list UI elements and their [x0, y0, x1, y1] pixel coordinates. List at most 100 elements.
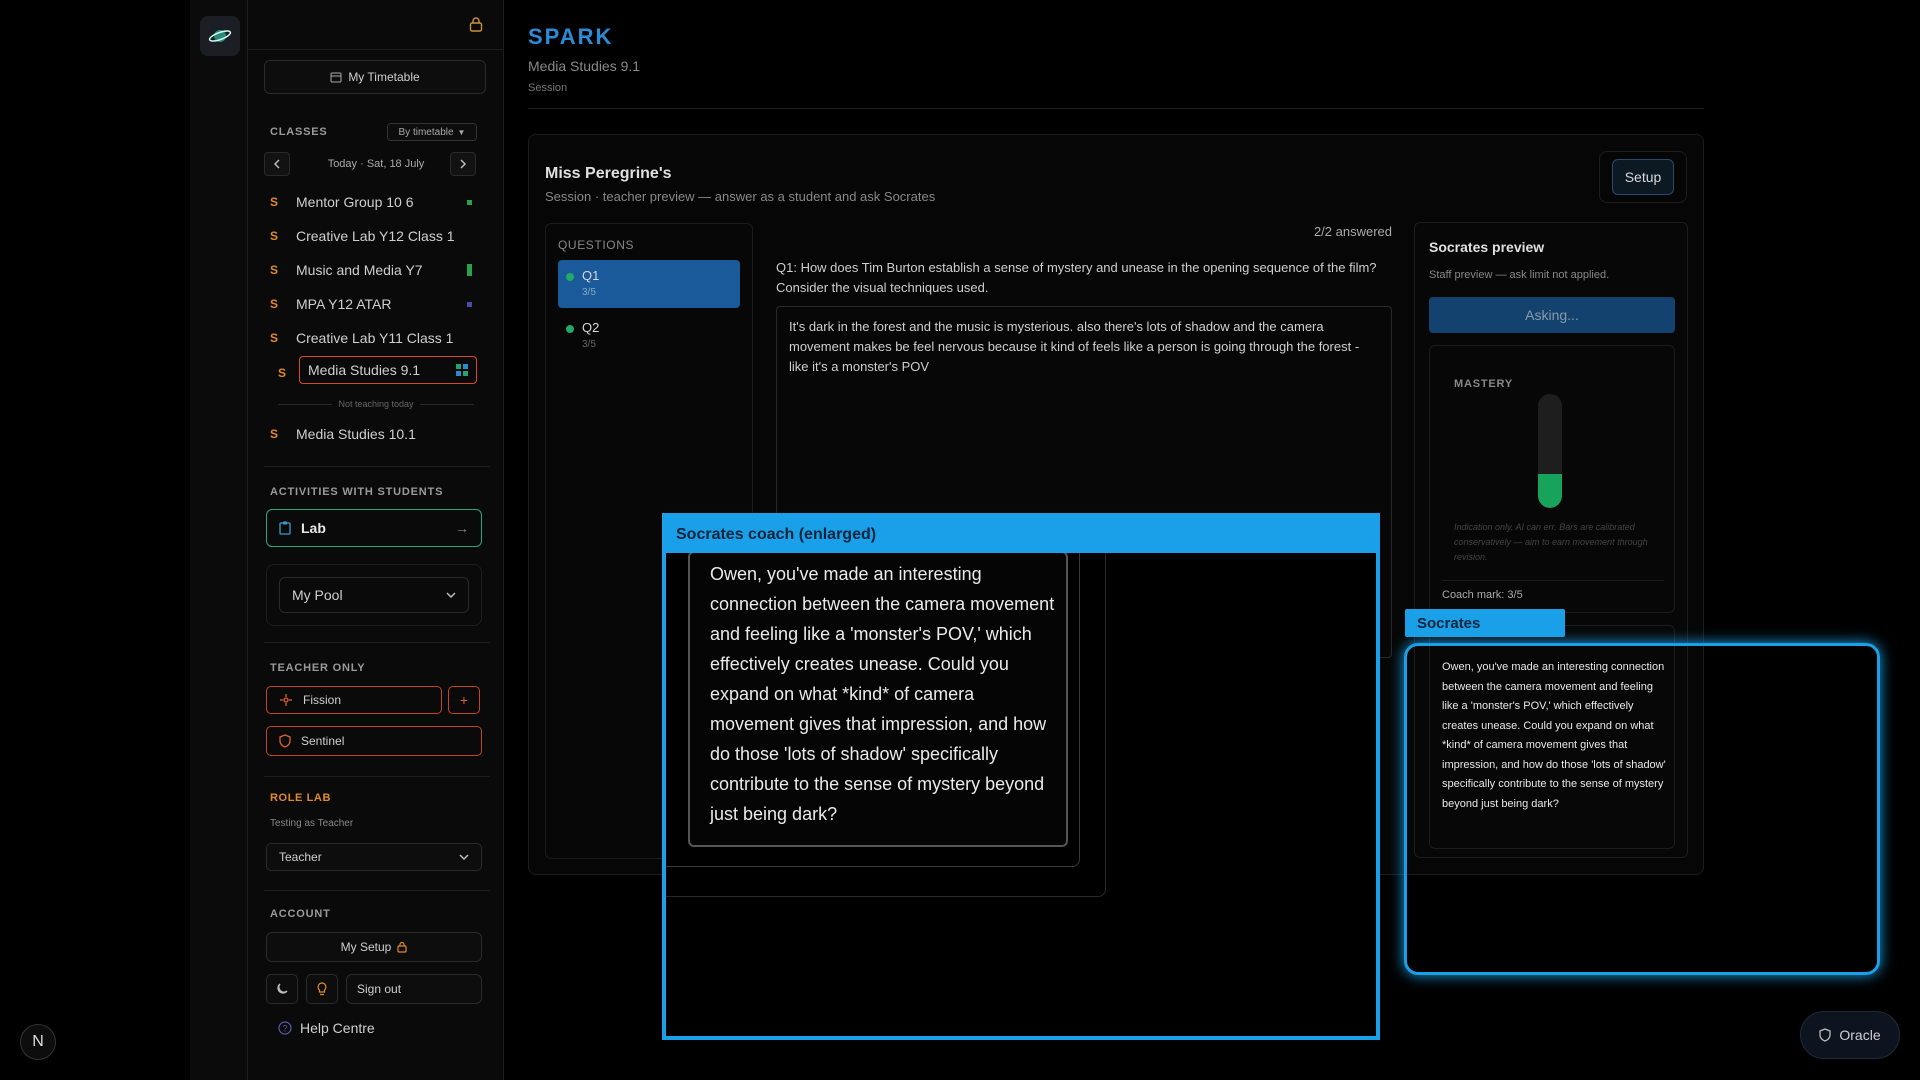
status-dot — [566, 273, 574, 281]
class-prefix: S — [270, 195, 279, 209]
chevron-right-icon — [460, 159, 467, 169]
ask-socrates-button[interactable]: Asking... — [1429, 297, 1675, 333]
help-icon: ? — [278, 1021, 292, 1035]
teacher-only-heading: TEACHER ONLY — [270, 662, 366, 674]
divider — [264, 890, 490, 891]
question-item-q2[interactable]: Q2 3/5 — [558, 312, 740, 360]
class-prefix: S — [270, 427, 279, 441]
my-setup-button[interactable]: My Setup — [266, 932, 482, 962]
app-title: SPARK — [528, 24, 614, 49]
class-item-active[interactable]: Media Studies 9.1 — [299, 356, 477, 384]
sidebar: My Timetable CLASSES By timetable ▼ Toda… — [248, 0, 504, 1080]
n-badge-label: N — [32, 1033, 44, 1050]
class-item[interactable]: S Creative Lab Y12 Class 1 — [270, 222, 484, 250]
plus-icon: + — [459, 692, 469, 708]
divider — [264, 776, 490, 777]
class-item[interactable]: S Media Studies 10.1 — [270, 420, 484, 448]
class-name: MPA Y12 ATAR — [296, 296, 392, 312]
class-item[interactable]: S Music and Media Y7 — [270, 256, 484, 284]
calendar-icon — [330, 72, 342, 83]
classes-sort-select[interactable]: By timetable ▼ — [387, 123, 477, 141]
socrates-tag: Socrates — [1405, 609, 1565, 637]
socrates-coach-enlarged: Owen, you've made an interesting connect… — [662, 513, 1380, 1040]
corner-n-button[interactable]: N — [20, 1024, 56, 1060]
moon-icon — [277, 983, 288, 994]
fission-button[interactable]: Fission — [266, 686, 442, 714]
setup-button[interactable]: Setup — [1612, 159, 1674, 195]
dark-mode-toggle[interactable] — [266, 974, 298, 1004]
classes-sort-value: By timetable — [398, 126, 454, 138]
lock-icon[interactable] — [469, 16, 483, 32]
grid-icon — [456, 364, 468, 376]
class-title: Media Studies 9.1 — [528, 58, 641, 74]
class-name: Music and Media Y7 — [296, 262, 423, 278]
tips-toggle[interactable] — [306, 974, 338, 1004]
lock-icon — [397, 941, 407, 953]
fission-label: Fission — [303, 693, 342, 707]
session-title: Miss Peregrine's — [545, 165, 672, 182]
status-dot — [566, 325, 574, 333]
class-item[interactable]: S MPA Y12 ATAR — [270, 290, 484, 318]
socrates-highlight-frame — [1404, 643, 1880, 975]
oracle-button[interactable]: Oracle — [1800, 1011, 1900, 1059]
sign-out-label: Sign out — [357, 982, 402, 996]
mastery-bar-fill — [1538, 473, 1562, 508]
chevron-down-icon — [446, 592, 456, 598]
mastery-disclaimer: Indication only. AI can err. Bars are ca… — [1454, 522, 1648, 562]
app-logo[interactable] — [200, 16, 240, 56]
not-teaching-divider: Not teaching today — [278, 398, 474, 410]
planet-icon — [208, 30, 232, 42]
app-rail — [190, 0, 248, 1080]
oracle-label: Oracle — [1839, 1027, 1881, 1043]
class-prefix: S — [270, 263, 279, 277]
next-day-button[interactable] — [450, 152, 476, 176]
mastery-bar — [1538, 394, 1562, 508]
role-lab-subtitle: Testing as Teacher — [270, 818, 354, 829]
clipboard-icon — [279, 521, 291, 535]
class-item[interactable]: S Mentor Group 10 6 — [270, 188, 484, 216]
sidebar-header — [248, 0, 503, 50]
my-pool-select[interactable]: My Pool — [279, 577, 469, 613]
sentinel-label: Sentinel — [301, 734, 345, 748]
class-prefix: S — [270, 297, 279, 311]
arrow-right-icon: → — [455, 520, 469, 536]
session-subtitle: Session · teacher preview — answer as a … — [545, 189, 936, 204]
shield-icon — [279, 734, 291, 748]
my-setup-label: My Setup — [340, 940, 392, 954]
question-item-q1[interactable]: Q1 3/5 — [558, 260, 740, 308]
add-fission-button[interactable]: + — [448, 686, 480, 714]
divider — [264, 466, 490, 467]
socrates-preview-note: Staff preview — ask limit not applied. — [1429, 269, 1610, 281]
lightbulb-icon — [317, 982, 327, 996]
page-label: Session — [528, 82, 568, 94]
my-timetable-button[interactable]: My Timetable — [264, 60, 486, 94]
question-name: Q2 — [582, 320, 600, 335]
question-name: Q1 — [582, 268, 600, 283]
setup-button-wrap: Setup — [1599, 151, 1687, 203]
sign-out-button[interactable]: Sign out — [346, 974, 482, 1004]
class-item[interactable]: S Creative Lab Y11 Class 1 — [270, 324, 484, 352]
class-name: Media Studies 9.1 — [308, 362, 421, 378]
socrates-preview-title: Socrates preview — [1429, 239, 1545, 255]
shield-icon — [1819, 1028, 1832, 1042]
class-name: Creative Lab Y12 Class 1 — [296, 228, 455, 244]
prev-day-button[interactable] — [264, 152, 290, 176]
my-timetable-label: My Timetable — [348, 70, 420, 84]
pool-container: My Pool — [266, 564, 482, 626]
class-name: Creative Lab Y11 Class 1 — [296, 330, 454, 346]
mastery-heading: MASTERY — [1454, 378, 1513, 390]
account-heading: ACCOUNT — [270, 908, 331, 920]
help-centre-link[interactable]: ? Help Centre — [278, 1020, 375, 1036]
class-prefix: S — [278, 366, 287, 380]
divider — [264, 642, 490, 643]
chevron-left-icon — [273, 159, 280, 169]
overlay-title: Socrates coach (enlarged) — [666, 517, 1376, 553]
class-color-dot — [467, 264, 472, 276]
role-select[interactable]: Teacher — [266, 843, 482, 871]
class-prefix: S — [270, 229, 279, 243]
sentinel-button[interactable]: Sentinel — [266, 726, 482, 756]
role-lab-heading: ROLE LAB — [270, 792, 332, 804]
lab-button[interactable]: Lab → — [266, 509, 482, 547]
class-name: Media Studies 10.1 — [296, 426, 416, 442]
questions-heading: QUESTIONS — [558, 238, 635, 252]
